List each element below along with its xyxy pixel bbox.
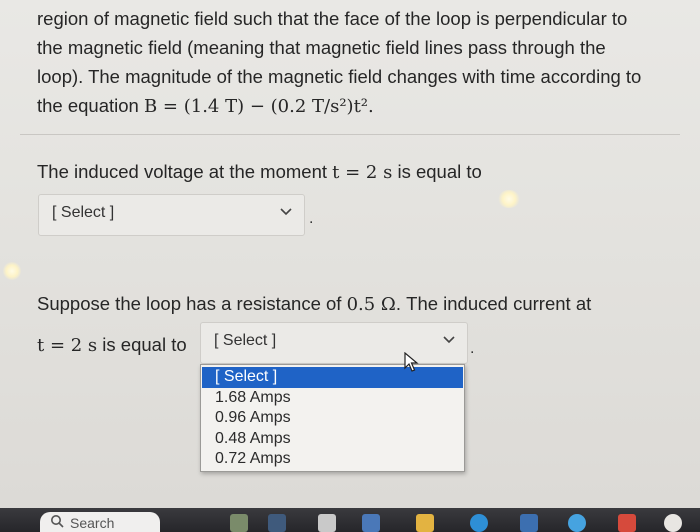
resistance-value: 0.5 Ω bbox=[346, 294, 396, 315]
current-select[interactable]: [ Select ] bbox=[200, 322, 468, 364]
question-2-line-1: Suppose the loop has a resistance of 0.5… bbox=[37, 293, 591, 315]
question-2-line-2: t = 2 s is equal to bbox=[37, 334, 187, 356]
store-icon[interactable] bbox=[520, 514, 538, 532]
file-explorer-icon[interactable] bbox=[416, 514, 434, 532]
taskbar-search[interactable]: Search bbox=[40, 512, 160, 532]
widgets-icon[interactable] bbox=[230, 514, 248, 532]
dropdown-option[interactable]: 0.72 Amps bbox=[201, 449, 464, 470]
app-icon[interactable] bbox=[268, 514, 286, 532]
problem-line-1: region of magnetic field such that the f… bbox=[37, 8, 628, 29]
section-divider bbox=[20, 134, 680, 135]
problem-line-4: the equation B = (1.4 T) − (0.2 T/s²)t². bbox=[37, 91, 677, 121]
dropdown-option[interactable]: [ Select ] bbox=[202, 367, 463, 388]
quiz-page: region of magnetic field such that the f… bbox=[0, 0, 700, 510]
problem-line-3: loop). The magnitude of the magnetic fie… bbox=[37, 66, 642, 87]
current-options-list: [ Select ] 1.68 Amps 0.96 Amps 0.48 Amps… bbox=[200, 364, 465, 472]
dropdown-option[interactable]: 1.68 Amps bbox=[201, 388, 464, 409]
mouse-pointer-icon bbox=[404, 351, 420, 377]
q2-line2-suffix: is equal to bbox=[97, 334, 187, 355]
answer-period: . bbox=[309, 210, 314, 227]
screen-glare bbox=[498, 190, 520, 208]
field-equation: B = (1.4 T) − (0.2 T/s²)t². bbox=[143, 96, 374, 117]
edge-icon[interactable] bbox=[470, 514, 488, 532]
q2-suffix: . The induced current at bbox=[395, 293, 592, 314]
dropdown-option[interactable]: 0.96 Amps bbox=[201, 408, 464, 429]
task-view-icon[interactable] bbox=[318, 514, 336, 532]
chrome-icon[interactable] bbox=[664, 514, 682, 532]
chevron-down-icon bbox=[280, 203, 292, 219]
taskbar: Search bbox=[0, 508, 700, 532]
current-select-value: [ Select ] bbox=[214, 332, 277, 349]
voltage-select[interactable]: [ Select ] bbox=[38, 194, 305, 236]
voltage-select-value: [ Select ] bbox=[52, 204, 115, 221]
dropdown-option[interactable]: 0.48 Amps bbox=[201, 429, 464, 450]
problem-line-2: the magnetic field (meaning that magneti… bbox=[37, 37, 606, 58]
app-icon[interactable] bbox=[568, 514, 586, 532]
teams-icon[interactable] bbox=[362, 514, 380, 532]
question-1-text: The induced voltage at the moment t = 2 … bbox=[37, 161, 482, 183]
q2-time: t = 2 s bbox=[37, 335, 98, 356]
chevron-down-icon bbox=[443, 331, 455, 347]
equation-prefix: the equation bbox=[37, 95, 144, 116]
problem-statement: region of magnetic field such that the f… bbox=[37, 4, 677, 121]
q1-prefix: The induced voltage at the moment bbox=[37, 161, 333, 182]
q2-prefix: Suppose the loop has a resistance of bbox=[37, 293, 347, 314]
q1-time: t = 2 s bbox=[332, 162, 393, 183]
search-label: Search bbox=[70, 515, 115, 531]
answer-period: . bbox=[470, 340, 475, 357]
screen-glare bbox=[3, 262, 21, 280]
search-icon bbox=[50, 514, 64, 531]
q1-suffix: is equal to bbox=[392, 161, 482, 182]
mail-icon[interactable] bbox=[618, 514, 636, 532]
